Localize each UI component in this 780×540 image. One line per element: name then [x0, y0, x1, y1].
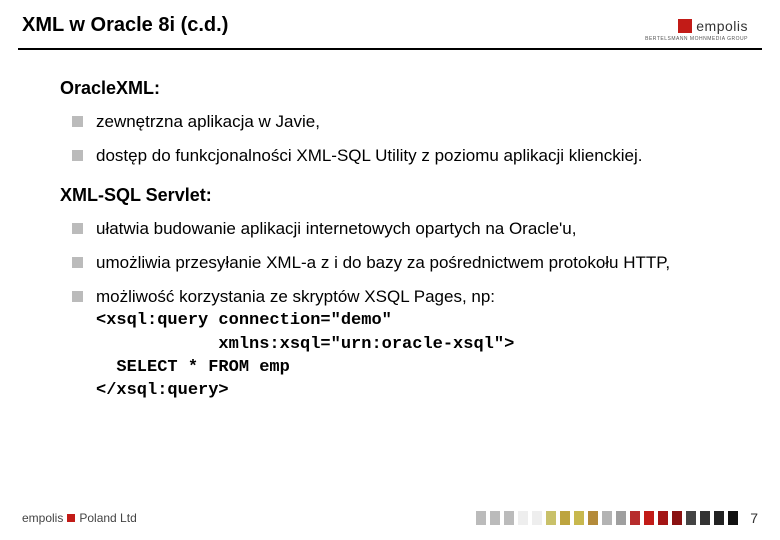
list-text: dostęp do funkcjonalności XML-SQL Utilit… [96, 146, 642, 165]
footer: empolis Poland Ltd 7 [0, 510, 780, 526]
content-area: OracleXML: zewnętrzna aplikacja w Javie,… [0, 50, 780, 401]
bar-segment [700, 511, 710, 525]
bar-segment [672, 511, 682, 525]
list-text: umożliwia przesyłanie XML-a z i do bazy … [96, 253, 670, 272]
logo-text: empolis [696, 18, 748, 34]
footer-right: 7 [476, 510, 758, 526]
page-title: XML w Oracle 8i (c.d.) [22, 14, 228, 37]
bullet-list: ułatwia budowanie aplikacji internetowyc… [60, 218, 720, 401]
bar-segment [518, 511, 528, 525]
logo-mark-icon [678, 19, 692, 33]
bar-segment [616, 511, 626, 525]
header: XML w Oracle 8i (c.d.) empolis BERTELSMA… [0, 0, 780, 48]
footer-brand-right: Poland Ltd [79, 511, 136, 525]
footer-logo-mark-icon [67, 514, 75, 522]
logo-subtitle: BERTELSMANN MOHNMEDIA GROUP [645, 36, 748, 42]
footer-brand-left: empolis [22, 511, 63, 525]
bar-segment [490, 511, 500, 525]
bar-segment [714, 511, 724, 525]
bar-segment [476, 511, 486, 525]
bar-segment [560, 511, 570, 525]
bar-segment [630, 511, 640, 525]
brand-logo: empolis BERTELSMANN MOHNMEDIA GROUP [645, 14, 758, 42]
list-item: ułatwia budowanie aplikacji internetowyc… [96, 218, 720, 240]
list-text: możliwość korzystania ze skryptów XSQL P… [96, 287, 495, 306]
footer-brand: empolis Poland Ltd [22, 511, 137, 525]
decorative-bars-icon [476, 511, 738, 525]
list-text: ułatwia budowanie aplikacji internetowyc… [96, 219, 576, 238]
bar-segment [532, 511, 542, 525]
list-item: zewnętrzna aplikacja w Javie, [96, 111, 720, 133]
list-item: dostęp do funkcjonalności XML-SQL Utilit… [96, 145, 720, 167]
section-title: XML-SQL Servlet: [60, 185, 720, 206]
code-block: <xsql:query connection="demo" xmlns:xsql… [96, 311, 514, 400]
bar-segment [602, 511, 612, 525]
logo-row: empolis [678, 18, 748, 34]
bar-segment [658, 511, 668, 525]
bar-segment [504, 511, 514, 525]
bar-segment [546, 511, 556, 525]
bar-segment [644, 511, 654, 525]
list-item: możliwość korzystania ze skryptów XSQL P… [96, 286, 720, 401]
bullet-list: zewnętrzna aplikacja w Javie, dostęp do … [60, 111, 720, 167]
section-title: OracleXML: [60, 78, 720, 99]
page-number: 7 [750, 510, 758, 526]
list-item: umożliwia przesyłanie XML-a z i do bazy … [96, 252, 720, 274]
list-text: zewnętrzna aplikacja w Javie, [96, 112, 320, 131]
bar-segment [588, 511, 598, 525]
bar-segment [574, 511, 584, 525]
bar-segment [728, 511, 738, 525]
bar-segment [686, 511, 696, 525]
